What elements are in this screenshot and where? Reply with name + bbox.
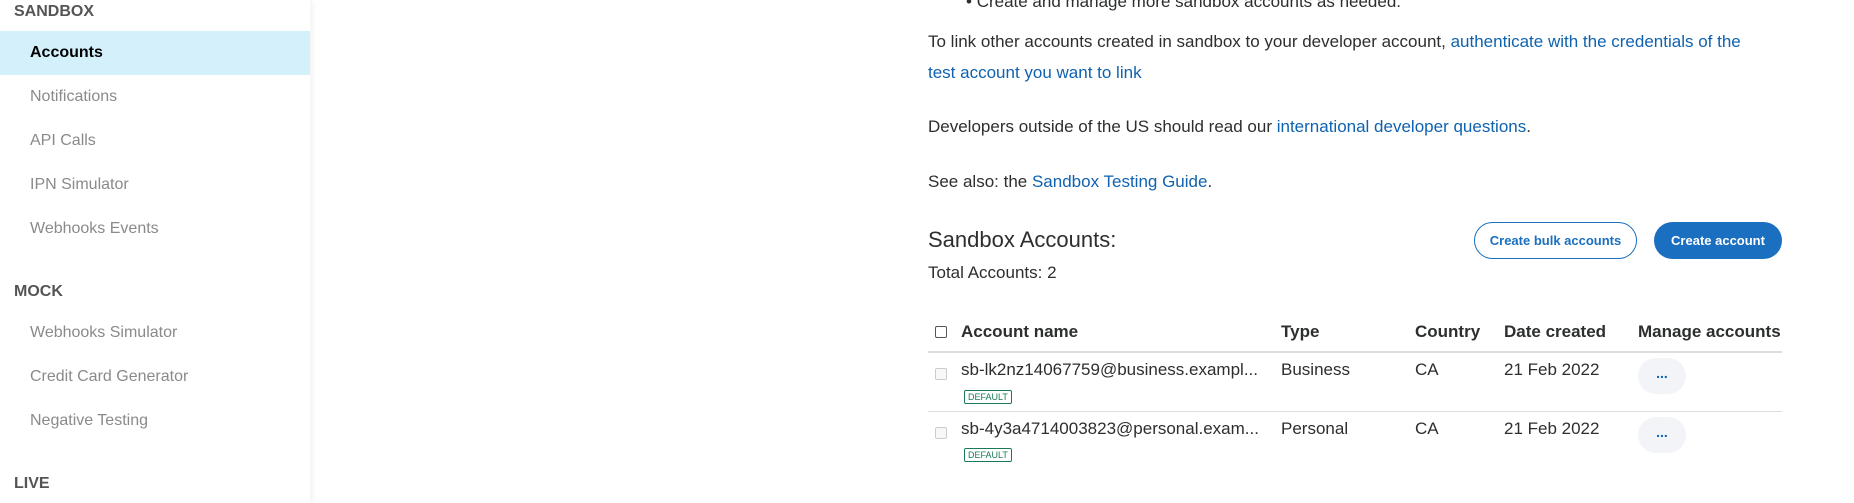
header-divider bbox=[928, 351, 1782, 353]
total-accounts: Total Accounts: 2 bbox=[928, 263, 1057, 282]
authenticate-link-cont[interactable]: test account you want to link bbox=[928, 63, 1142, 82]
col-account-name: Account name bbox=[961, 322, 1079, 341]
create-account-button[interactable]: Create account bbox=[1654, 222, 1782, 259]
bullet-text: Create and manage more sandbox accounts … bbox=[976, 0, 1402, 11]
account-name: sb-4y3a4714003823@personal.exam... bbox=[961, 419, 1259, 438]
default-badge: DEFAULT bbox=[964, 390, 1012, 404]
link-para-text: To link other accounts created in sandbo… bbox=[928, 32, 1451, 51]
link-paragraph: To link other accounts created in sandbo… bbox=[928, 32, 1741, 52]
period: . bbox=[1207, 172, 1213, 191]
see-also-text: See also: the bbox=[928, 172, 1032, 191]
sidebar-item-ipn-simulator[interactable]: IPN Simulator bbox=[0, 163, 310, 207]
col-manage-accounts: Manage accounts bbox=[1638, 322, 1781, 341]
sandbox-accounts-heading: Sandbox Accounts: bbox=[928, 227, 1117, 252]
row-divider bbox=[928, 411, 1782, 412]
intl-questions-link[interactable]: international developer questions bbox=[1277, 117, 1527, 136]
section-mock: MOCK bbox=[14, 283, 63, 300]
col-date-created: Date created bbox=[1504, 322, 1607, 341]
intl-paragraph: Developers outside of the US should read… bbox=[928, 117, 1531, 137]
sidebar-item-credit-card-generator[interactable]: Credit Card Generator bbox=[0, 355, 310, 399]
sidebar-item-api-calls[interactable]: API Calls bbox=[0, 119, 310, 163]
account-date: 21 Feb 2022 bbox=[1504, 360, 1600, 379]
col-type: Type bbox=[1281, 322, 1320, 341]
sidebar: SANDBOX Accounts Notifications API Calls… bbox=[0, 0, 310, 503]
sidebar-item-webhooks-simulator[interactable]: Webhooks Simulator bbox=[0, 311, 310, 355]
authenticate-link[interactable]: authenticate with the credentials of the bbox=[1451, 32, 1741, 51]
default-badge: DEFAULT bbox=[964, 448, 1012, 462]
row-checkbox[interactable] bbox=[935, 368, 947, 380]
section-live: LIVE bbox=[14, 475, 50, 492]
row-checkbox[interactable] bbox=[935, 427, 947, 439]
see-also-paragraph: See also: the Sandbox Testing Guide. bbox=[928, 172, 1212, 192]
sidebar-item-accounts[interactable]: Accounts bbox=[0, 31, 310, 75]
sandbox-testing-guide-link[interactable]: Sandbox Testing Guide bbox=[1032, 172, 1207, 191]
sidebar-item-negative-testing[interactable]: Negative Testing bbox=[0, 399, 310, 443]
period: . bbox=[1526, 117, 1531, 136]
account-type: Business bbox=[1281, 360, 1350, 379]
manage-more-button[interactable]: ... bbox=[1638, 358, 1686, 394]
col-country: Country bbox=[1415, 322, 1481, 341]
section-sandbox: SANDBOX bbox=[14, 3, 95, 20]
account-type: Personal bbox=[1281, 419, 1349, 438]
account-name: sb-lk2nz14067759@business.exampl... bbox=[961, 360, 1258, 379]
manage-more-button[interactable]: ... bbox=[1638, 417, 1686, 453]
bullet-item: • Create and manage more sandbox account… bbox=[966, 0, 1401, 12]
sidebar-item-notifications[interactable]: Notifications bbox=[0, 75, 310, 119]
account-country: CA bbox=[1415, 360, 1439, 379]
select-all-checkbox[interactable] bbox=[935, 326, 947, 338]
create-bulk-accounts-button[interactable]: Create bulk accounts bbox=[1474, 222, 1637, 259]
intl-text: Developers outside of the US should read… bbox=[928, 117, 1277, 136]
sidebar-item-webhooks-events[interactable]: Webhooks Events bbox=[0, 207, 310, 251]
account-date: 21 Feb 2022 bbox=[1504, 419, 1600, 438]
account-country: CA bbox=[1415, 419, 1439, 438]
